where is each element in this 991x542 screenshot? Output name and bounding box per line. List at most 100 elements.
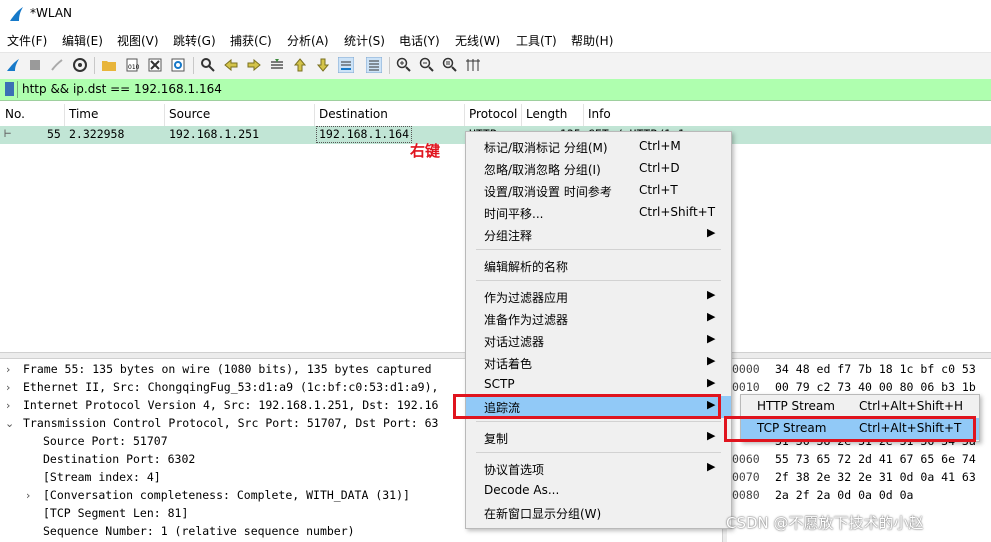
menu-go[interactable]: 跳转(G) [173, 32, 216, 49]
row-source: 192.168.1.251 [169, 127, 260, 141]
go-last-icon[interactable] [315, 57, 331, 73]
menu-bar: 文件(F) 编辑(E) 视图(V) 跳转(G) 捕获(C) 分析(A) 统计(S… [0, 28, 991, 52]
menu-item-colorize-conversation[interactable]: 对话着色 ▶ [466, 352, 731, 374]
colorize-icon[interactable] [366, 57, 382, 73]
title-bar: *WLAN [0, 0, 991, 28]
restart-capture-icon[interactable] [49, 57, 65, 73]
bytes-hex-row[interactable]: 00 79 c2 73 40 00 80 06 b3 1b [775, 380, 976, 394]
submenu-arrow-icon: ▶ [707, 332, 716, 345]
bytes-offset: 0000 [732, 362, 760, 376]
column-source[interactable]: Source [169, 107, 210, 121]
menu-wireless[interactable]: 无线(W) [455, 32, 500, 49]
submenu-arrow-icon: ▶ [707, 429, 716, 442]
expand-ethernet-icon[interactable]: › [6, 381, 10, 394]
detail-ip[interactable]: Internet Protocol Version 4, Src: 192.16… [23, 398, 438, 412]
detail-source-port[interactable]: Source Port: 51707 [43, 434, 168, 448]
detail-tcp[interactable]: Transmission Control Protocol, Src Port:… [23, 416, 438, 430]
autoscroll-icon[interactable] [338, 57, 354, 73]
bytes-hex-row[interactable]: 2a 2f 2a 0d 0a 0d 0a [775, 488, 913, 502]
bytes-offset: 0070 [732, 470, 760, 484]
menu-edit[interactable]: 编辑(E) [62, 32, 103, 49]
menu-view[interactable]: 视图(V) [117, 32, 159, 49]
stop-capture-icon[interactable] [27, 57, 43, 73]
menu-item-protocol-preferences[interactable]: 协议首选项 ▶ [466, 458, 731, 480]
bytes-hex-row[interactable]: 2f 38 2e 32 2e 31 0d 0a 41 63 [775, 470, 976, 484]
menu-item-ignore-packet[interactable]: 忽略/取消忽略 分组(I) Ctrl+D [466, 158, 731, 180]
zoom-out-icon[interactable] [419, 57, 435, 73]
column-no[interactable]: No. [5, 107, 25, 121]
detail-ethernet[interactable]: Ethernet II, Src: ChongqingFug_53:d1:a9 … [23, 380, 438, 394]
submenu-arrow-icon: ▶ [707, 354, 716, 367]
bytes-offset: 0010 [732, 380, 760, 394]
submenu-arrow-icon: ▶ [707, 226, 716, 239]
go-first-icon[interactable] [292, 57, 308, 73]
menu-item-sctp[interactable]: SCTP ▶ [466, 374, 731, 396]
main-toolbar: 0101 [0, 52, 991, 80]
menu-telephony[interactable]: 电话(Y) [399, 32, 440, 49]
menu-item-show-in-new-window[interactable]: 在新窗口显示分组(W) [466, 502, 731, 524]
menu-statistics[interactable]: 统计(S) [344, 32, 385, 49]
csdn-watermark: CSDN @不愿放下技术的小赵 [726, 514, 924, 532]
column-time[interactable]: Time [69, 107, 98, 121]
display-filter-bar: http && ip.dst == 192.168.1.164 [0, 79, 991, 101]
menu-item-decode-as[interactable]: Decode As... [466, 480, 731, 502]
menu-item-conversation-filter[interactable]: 对话过滤器 ▶ [466, 330, 731, 352]
menu-analyze[interactable]: 分析(A) [287, 32, 329, 49]
go-forward-icon[interactable] [246, 57, 262, 73]
column-protocol[interactable]: Protocol [469, 107, 517, 121]
reload-file-icon[interactable] [170, 57, 186, 73]
capture-options-icon[interactable] [72, 57, 88, 73]
zoom-normal-icon[interactable] [442, 57, 458, 73]
menu-item-packet-comment[interactable]: 分组注释 ▶ [466, 224, 731, 246]
collapse-tcp-icon[interactable]: ⌄ [5, 417, 14, 430]
bytes-hex-row[interactable]: 34 48 ed f7 7b 18 1c bf c0 53 [775, 362, 976, 376]
start-capture-icon[interactable] [5, 57, 21, 73]
bytes-offset: 0080 [732, 488, 760, 502]
submenu-arrow-icon: ▶ [707, 376, 716, 389]
find-packet-icon[interactable] [200, 57, 216, 73]
menu-item-time-reference[interactable]: 设置/取消设置 时间参考 Ctrl+T [466, 180, 731, 202]
submenu-arrow-icon: ▶ [707, 310, 716, 323]
window-title: *WLAN [30, 6, 73, 20]
menu-file[interactable]: 文件(F) [7, 32, 47, 49]
expand-completeness-icon[interactable]: › [26, 489, 30, 502]
submenu-arrow-icon: ▶ [707, 288, 716, 301]
detail-completeness[interactable]: [Conversation completeness: Complete, WI… [43, 488, 410, 502]
column-destination[interactable]: Destination [319, 107, 388, 121]
menu-item-apply-as-filter[interactable]: 作为过滤器应用 ▶ [466, 286, 731, 308]
bytes-hex-row[interactable]: 55 73 65 72 2d 41 67 65 6e 74 [775, 452, 976, 466]
wireshark-fin-icon [10, 7, 23, 21]
zoom-in-icon[interactable] [396, 57, 412, 73]
detail-frame[interactable]: Frame 55: 135 bytes on wire (1080 bits),… [23, 362, 432, 376]
menu-capture[interactable]: 捕获(C) [230, 32, 272, 49]
menu-help[interactable]: 帮助(H) [571, 32, 613, 49]
resize-columns-icon[interactable] [465, 57, 481, 73]
display-filter-input[interactable]: http && ip.dst == 192.168.1.164 [22, 82, 222, 96]
file-set-icon[interactable]: 0101 [124, 57, 140, 73]
row-no: 55 [47, 127, 61, 141]
submenu-item-http-stream[interactable]: HTTP Stream Ctrl+Alt+Shift+H [741, 396, 979, 418]
menu-item-mark-packet[interactable]: 标记/取消标记 分组(M) Ctrl+M [466, 136, 731, 158]
detail-segment-len[interactable]: [TCP Segment Len: 81] [43, 506, 188, 520]
menu-item-copy[interactable]: 复制 ▶ [466, 427, 731, 449]
go-back-icon[interactable] [223, 57, 239, 73]
detail-sequence-number[interactable]: Sequence Number: 1 (relative sequence nu… [43, 524, 355, 538]
column-info[interactable]: Info [588, 107, 611, 121]
open-file-icon[interactable] [101, 57, 117, 73]
bookmark-icon[interactable] [5, 82, 14, 96]
row-related-icon: ⊢ [4, 126, 12, 140]
menu-tools[interactable]: 工具(T) [516, 32, 557, 49]
row-time: 2.322958 [69, 127, 125, 141]
column-length[interactable]: Length [526, 107, 567, 121]
follow-stream-highlight-box [453, 394, 721, 419]
menu-item-prepare-as-filter[interactable]: 准备作为过滤器 ▶ [466, 308, 731, 330]
expand-frame-icon[interactable]: › [6, 363, 10, 376]
row-destination: 192.168.1.164 [316, 126, 413, 143]
go-to-packet-icon[interactable] [269, 57, 285, 73]
expand-ip-icon[interactable]: › [6, 399, 10, 412]
menu-item-edit-resolved-name[interactable]: 编辑解析的名称 [466, 255, 731, 277]
close-file-icon[interactable] [147, 57, 163, 73]
detail-destination-port[interactable]: Destination Port: 6302 [43, 452, 195, 466]
detail-stream-index[interactable]: [Stream index: 4] [43, 470, 161, 484]
menu-item-time-shift[interactable]: 时间平移... Ctrl+Shift+T [466, 202, 731, 224]
